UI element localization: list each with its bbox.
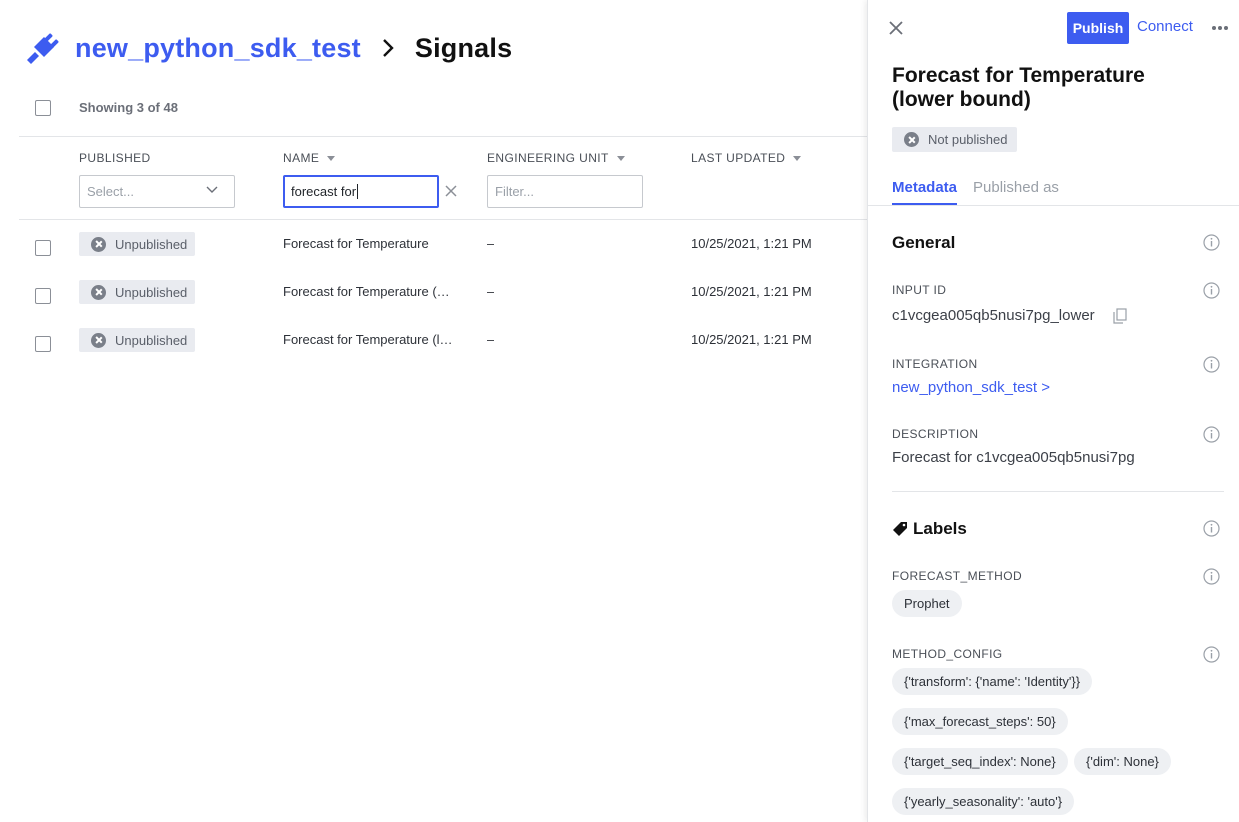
table-row[interactable]: Unpublished Forecast for Temperature – 1… [0, 232, 867, 272]
breadcrumb: new_python_sdk_test Signals [26, 28, 512, 68]
column-header-updated-label: LAST UPDATED [691, 151, 786, 165]
status-badge: Unpublished [79, 232, 196, 256]
field-label-forecast-method: FORECAST_METHOD [892, 569, 1023, 583]
sort-caret-icon[interactable] [793, 155, 802, 161]
publish-button[interactable]: Publish [1067, 12, 1129, 44]
unit-cell: – [487, 284, 495, 299]
select-all-checkbox[interactable] [35, 100, 51, 116]
last-updated-cell: 10/25/2021, 1:21 PM [691, 332, 812, 347]
column-header-engineering-unit[interactable]: ENGINEERING UNIT [487, 151, 625, 165]
info-icon[interactable] [1203, 282, 1220, 299]
unit-filter-placeholder: Filter... [495, 184, 535, 199]
section-title-labels: Labels [892, 519, 967, 539]
label-chip: {'target_seq_index': None} [892, 748, 1068, 775]
label-chip: {'yearly_seasonality': 'auto'} [892, 788, 1075, 815]
info-icon[interactable] [1203, 646, 1220, 663]
page-title: Signals [414, 32, 513, 63]
sort-caret-icon[interactable] [327, 155, 336, 161]
row-checkbox[interactable] [35, 288, 51, 304]
name-filter-input[interactable]: forecast for [283, 175, 439, 208]
clear-filter-icon[interactable] [445, 185, 457, 197]
signal-name-cell: Forecast for Temperature [283, 236, 429, 251]
divider [19, 136, 867, 137]
publish-status-label: Not published [928, 132, 1008, 147]
field-value-description: Forecast for c1vcgea005qb5nusi7pg [892, 449, 1135, 466]
publish-status-badge: Not published [892, 127, 1017, 152]
status-badge: Unpublished [79, 328, 196, 352]
label-chip: {'dim': None} [1074, 748, 1171, 775]
label-chip: Prophet [892, 590, 962, 617]
column-header-published-label: PUBLISHED [79, 151, 151, 165]
row-checkbox[interactable] [35, 336, 51, 352]
text-cursor [357, 184, 359, 199]
label-chip: {'transform': {'name': 'Identity'}} [892, 668, 1093, 695]
more-options-icon[interactable] [1211, 24, 1229, 32]
x-circle-icon [91, 284, 106, 300]
tab-metadata[interactable]: Metadata [892, 179, 958, 205]
tab-published-as[interactable]: Published as [973, 179, 1059, 205]
chevron-right-icon [383, 39, 394, 57]
x-circle-icon [91, 332, 106, 348]
section-title-general: General [892, 233, 955, 253]
plug-icon [27, 33, 59, 64]
column-header-published: PUBLISHED [79, 151, 151, 165]
copy-icon[interactable] [1113, 308, 1127, 324]
column-header-unit-label: ENGINEERING UNIT [487, 151, 609, 165]
unit-cell: – [487, 236, 495, 251]
divider [19, 219, 867, 220]
breadcrumb-integration-link[interactable]: new_python_sdk_test [75, 33, 361, 64]
field-label-integration: INTEGRATION [892, 357, 978, 371]
status-badge: Unpublished [79, 280, 196, 304]
divider [868, 205, 1239, 206]
connect-button[interactable]: Connect [1137, 18, 1193, 35]
signal-detail-panel: Publish Connect Forecast for Temperature… [867, 0, 1239, 822]
label-chip: {'max_forecast_steps': 50} [892, 708, 1068, 735]
input-id-text: c1vcgea005qb5nusi7pg_lower [892, 307, 1095, 324]
integration-link[interactable]: new_python_sdk_test > [892, 379, 1050, 396]
info-icon[interactable] [1203, 234, 1220, 251]
divider [892, 491, 1224, 492]
column-header-last-updated[interactable]: LAST UPDATED [691, 151, 802, 165]
info-icon[interactable] [1203, 568, 1220, 585]
field-label-description: DESCRIPTION [892, 427, 979, 441]
published-filter-placeholder: Select... [87, 184, 134, 199]
unit-cell: – [487, 332, 495, 347]
published-filter-select[interactable]: Select... [79, 175, 235, 208]
info-icon[interactable] [1203, 520, 1220, 537]
x-circle-icon [91, 236, 106, 252]
section-title-general-label: General [892, 233, 956, 252]
panel-tabs: Metadata Published as [892, 179, 1075, 205]
unit-filter-input[interactable]: Filter... [487, 175, 643, 208]
chevron-down-icon [206, 186, 218, 193]
table-row[interactable]: Unpublished Forecast for Temperature (… … [0, 280, 867, 320]
info-icon[interactable] [1203, 356, 1220, 373]
field-value-input-id: c1vcgea005qb5nusi7pg_lower [892, 307, 1127, 324]
panel-title: Forecast for Temperature (lower bound) [892, 64, 1145, 111]
tag-icon [893, 522, 907, 536]
x-circle-icon [904, 132, 919, 147]
field-label-method-config: METHOD_CONFIG [892, 647, 1003, 661]
result-count: Showing 3 of 48 [79, 100, 178, 115]
close-icon[interactable] [889, 21, 903, 35]
status-badge-label: Unpublished [115, 332, 188, 348]
sort-caret-icon[interactable] [616, 155, 625, 161]
status-badge-label: Unpublished [115, 236, 188, 252]
last-updated-cell: 10/25/2021, 1:21 PM [691, 284, 812, 299]
column-header-name[interactable]: NAME [283, 151, 336, 165]
signals-main: new_python_sdk_test Signals Showing 3 of… [0, 0, 867, 822]
signal-name-cell: Forecast for Temperature (l… [283, 332, 453, 347]
row-checkbox[interactable] [35, 240, 51, 256]
info-icon[interactable] [1203, 426, 1220, 443]
status-badge-label: Unpublished [115, 284, 188, 300]
last-updated-cell: 10/25/2021, 1:21 PM [691, 236, 812, 251]
column-header-name-label: NAME [283, 151, 320, 165]
section-title-labels-label: Labels [913, 519, 967, 538]
field-label-input-id: INPUT ID [892, 283, 947, 297]
signal-name-cell: Forecast for Temperature (… [283, 284, 450, 299]
table-row[interactable]: Unpublished Forecast for Temperature (l…… [0, 328, 867, 368]
name-filter-value: forecast for [291, 184, 357, 199]
